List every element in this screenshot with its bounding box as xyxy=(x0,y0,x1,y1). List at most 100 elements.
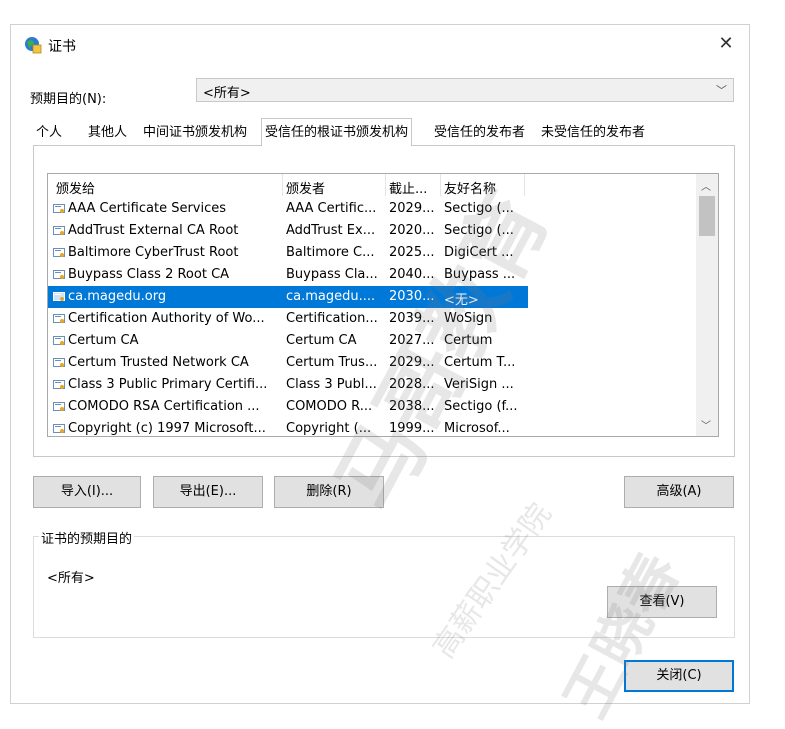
certificate-icon xyxy=(53,292,65,301)
cell-issued-to: AddTrust External CA Root xyxy=(68,223,239,238)
certificate-icon xyxy=(53,314,65,323)
cell-expiration: 2030... xyxy=(389,289,435,304)
cell-issued-to: Copyright (c) 1997 Microsoft... xyxy=(68,421,266,436)
tab-label: 受信任的发布者 xyxy=(434,125,526,140)
cell-issued-to: Certification Authority of Wo... xyxy=(68,311,265,326)
cell-issuer: Class 3 Publ... xyxy=(286,377,377,392)
table-row[interactable]: AddTrust External CA Root AddTrust Ex...… xyxy=(48,220,528,242)
certificate-list[interactable]: 颁发给 颁发者 截止... 友好名称 AAA Certificate Servi… xyxy=(47,173,719,437)
export-button-label: 导出(E)... xyxy=(179,484,237,499)
cell-expiration: 2029... xyxy=(389,355,435,370)
column-header-issued-to[interactable]: 颁发给 xyxy=(56,178,95,197)
column-header-issuer[interactable]: 颁发者 xyxy=(286,178,325,197)
cell-issued-to: Baltimore CyberTrust Root xyxy=(68,245,239,260)
table-row[interactable]: Buypass Class 2 Root CA Buypass Cla... 2… xyxy=(48,264,528,286)
vertical-scrollbar[interactable]: ︿ ﹀ xyxy=(696,174,718,436)
cell-issued-to: Certum CA xyxy=(68,333,139,348)
certificate-globe-icon xyxy=(25,37,42,54)
cell-expiration: 2038... xyxy=(389,399,435,414)
cell-expiration: 2025... xyxy=(389,245,435,260)
table-row[interactable]: AAA Certificate Services AAA Certific...… xyxy=(48,198,528,220)
tab-other-people[interactable]: 其他人 xyxy=(85,121,130,145)
tab-untrusted-publishers[interactable]: 未受信任的发布者 xyxy=(538,121,648,145)
window-title: 证书 xyxy=(48,39,76,55)
certificate-icon xyxy=(53,424,65,433)
cell-expiration: 2020... xyxy=(389,223,435,238)
intended-purposes-value: <所有> xyxy=(47,571,95,586)
remove-button-label: 删除(R) xyxy=(306,484,352,499)
import-button[interactable]: 导入(I)... xyxy=(33,476,141,508)
cell-issuer: COMODO R... xyxy=(286,399,373,414)
cell-friendly-name: Certum xyxy=(444,333,493,348)
cell-issuer: Baltimore C... xyxy=(286,245,375,260)
cell-issuer: Certum Trus... xyxy=(286,355,378,370)
table-row-selected[interactable]: ca.magedu.org ca.magedu.... 2030... <无> xyxy=(48,286,528,308)
close-button-label: 关闭(C) xyxy=(656,668,702,683)
chevron-down-icon[interactable]: ﹀ xyxy=(701,417,711,432)
cell-friendly-name: WoSign xyxy=(444,311,493,326)
table-row[interactable]: Certum Trusted Network CA Certum Trus...… xyxy=(48,352,528,374)
cell-friendly-name: Sectigo (... xyxy=(444,223,514,238)
cell-expiration: 1999... xyxy=(389,421,435,436)
tab-personal[interactable]: 个人 xyxy=(33,121,65,145)
cell-issued-to: Class 3 Public Primary Certifi... xyxy=(68,377,268,392)
certificate-icon xyxy=(53,270,65,279)
scrollbar-thumb[interactable] xyxy=(699,196,715,236)
tab-trusted-publishers[interactable]: 受信任的发布者 xyxy=(431,121,528,145)
certificate-icon xyxy=(53,358,65,367)
tab-label: 受信任的根证书颁发机构 xyxy=(265,125,409,140)
tab-label: 其他人 xyxy=(88,125,128,140)
tab-label: 个人 xyxy=(36,125,63,140)
export-button[interactable]: 导出(E)... xyxy=(153,476,263,508)
cell-issued-to: ca.magedu.org xyxy=(68,289,167,304)
cell-expiration: 2029... xyxy=(389,201,435,216)
cell-expiration: 2039... xyxy=(389,311,435,326)
view-button[interactable]: 查看(V) xyxy=(607,586,717,618)
tab-label: 中间证书颁发机构 xyxy=(143,125,248,140)
cell-friendly-name: Microsof... xyxy=(444,421,510,436)
intended-purpose-select[interactable]: <所有> ﹀ xyxy=(196,78,734,102)
cell-issued-to: AAA Certificate Services xyxy=(68,201,227,216)
advanced-button[interactable]: 高级(A) xyxy=(624,476,734,508)
table-row[interactable]: Class 3 Public Primary Certifi... Class … xyxy=(48,374,528,396)
column-divider[interactable] xyxy=(282,174,283,196)
certificate-icon xyxy=(53,336,65,345)
certificate-icon xyxy=(53,402,65,411)
cell-friendly-name: Sectigo (f... xyxy=(444,399,518,414)
tab-label: 未受信任的发布者 xyxy=(541,125,646,140)
certificate-icon xyxy=(53,204,65,213)
cell-issuer: Copyright (... xyxy=(286,421,372,436)
list-header: 颁发给 颁发者 截止... 友好名称 xyxy=(48,174,718,198)
column-divider[interactable] xyxy=(385,174,386,196)
cell-issuer: Certum CA xyxy=(286,333,357,348)
cell-issuer: Buypass Cla... xyxy=(286,267,378,282)
column-divider[interactable] xyxy=(440,174,441,196)
column-divider[interactable] xyxy=(524,174,525,196)
remove-button[interactable]: 删除(R) xyxy=(274,476,384,508)
table-row[interactable]: COMODO RSA Certification ... COMODO R...… xyxy=(48,396,528,418)
tab-trusted-root-ca[interactable]: 受信任的根证书颁发机构 xyxy=(261,118,413,146)
table-row[interactable]: Copyright (c) 1997 Microsoft... Copyrigh… xyxy=(48,418,528,436)
cell-friendly-name: Certum T... xyxy=(444,355,516,370)
table-row[interactable]: Baltimore CyberTrust Root Baltimore C...… xyxy=(48,242,528,264)
table-row[interactable]: Certum CA Certum CA 2027... Certum xyxy=(48,330,528,352)
advanced-button-label: 高级(A) xyxy=(656,484,702,499)
column-header-expiration[interactable]: 截止... xyxy=(389,178,427,197)
close-button[interactable]: 关闭(C) xyxy=(624,660,734,692)
cell-expiration: 2028... xyxy=(389,377,435,392)
cell-friendly-name: DigiCert ... xyxy=(444,245,514,260)
close-icon: ✕ xyxy=(718,33,734,54)
view-button-label: 查看(V) xyxy=(639,594,685,609)
column-header-friendly-name[interactable]: 友好名称 xyxy=(444,178,496,197)
certificate-icon xyxy=(53,248,65,257)
cell-friendly-name: <无> xyxy=(444,293,479,308)
close-window-button[interactable]: ✕ xyxy=(714,32,738,56)
cell-issuer: AddTrust Ex... xyxy=(286,223,376,238)
cell-issuer: Certification... xyxy=(286,311,378,326)
chevron-up-icon[interactable]: ︿ xyxy=(701,178,711,193)
table-row[interactable]: Certification Authority of Wo... Certifi… xyxy=(48,308,528,330)
certificate-icon xyxy=(53,226,65,235)
intended-purposes-title: 证书的预期目的 xyxy=(39,528,135,547)
cell-expiration: 2027... xyxy=(389,333,435,348)
tab-intermediate-ca[interactable]: 中间证书颁发机构 xyxy=(140,121,250,145)
